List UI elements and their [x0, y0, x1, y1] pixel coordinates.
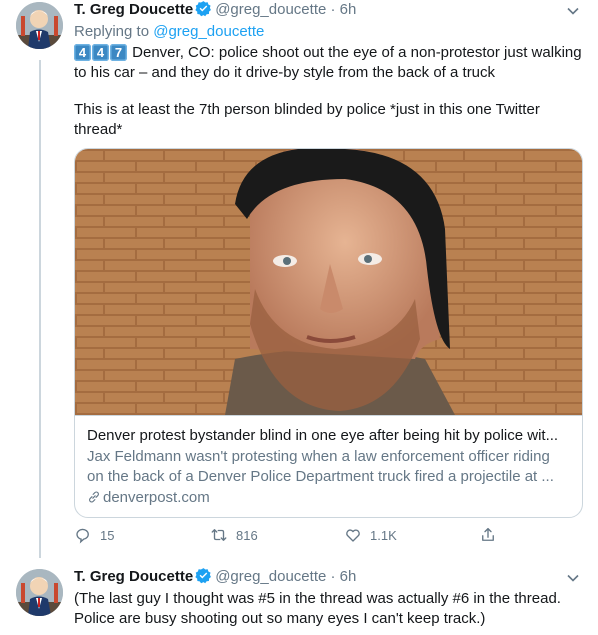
- heart-icon: [346, 529, 360, 542]
- replying-to-link[interactable]: @greg_doucette: [153, 23, 264, 40]
- link-icon: [87, 490, 101, 510]
- card-description: Jax Feldmann wasn't protesting when a la…: [87, 448, 554, 485]
- handle[interactable]: @greg_doucette: [215, 1, 326, 18]
- reply-icon: [76, 528, 89, 544]
- keycap-digit: 7: [110, 44, 127, 61]
- avatar[interactable]: [16, 2, 63, 49]
- tweet-header: T. Greg Doucette @greg_doucette · 6h: [74, 0, 356, 23]
- separator: ·: [330, 568, 336, 585]
- reply-button[interactable]: 15: [74, 526, 114, 544]
- timestamp[interactable]: 6h: [340, 568, 357, 585]
- like-count: 1.1K: [370, 527, 397, 543]
- reply-count: 15: [100, 527, 115, 543]
- verified-badge-icon: [195, 567, 212, 590]
- avatar-illustration: [16, 2, 63, 49]
- chevron-down-icon[interactable]: [566, 4, 580, 18]
- retweet-icon: [211, 529, 227, 541]
- avatar[interactable]: [16, 569, 63, 616]
- tweet-text: (The last guy I thought was #5 in the th…: [74, 590, 561, 627]
- chevron-down-icon[interactable]: [566, 571, 580, 585]
- link-card[interactable]: Denver protest bystander blind in one ey…: [74, 148, 583, 518]
- display-name[interactable]: T. Greg Doucette: [74, 1, 193, 18]
- thread-connector-line: [39, 60, 41, 558]
- share-icon: [482, 527, 494, 541]
- tweet-text-line: Denver, CO: police shoot out the eye of …: [74, 44, 582, 81]
- card-title: Denver protest bystander blind in one ey…: [87, 427, 559, 444]
- keycap-digit: 4: [92, 44, 109, 61]
- handle[interactable]: @greg_doucette: [215, 568, 326, 585]
- like-button[interactable]: 1.1K: [344, 526, 397, 544]
- avatar-illustration: [16, 569, 63, 616]
- timestamp[interactable]: 6h: [340, 1, 357, 18]
- card-domain: denverpost.com: [87, 488, 570, 510]
- separator: ·: [330, 1, 336, 18]
- keycap-digit: 4: [74, 44, 91, 61]
- tweet-header: T. Greg Doucette @greg_doucette · 6h: [74, 567, 356, 590]
- tweet-text-second-paragraph: This is at least the 7th person blinded …: [74, 101, 540, 138]
- tweet-actions: 15 816 1.1K: [74, 526, 514, 546]
- share-button[interactable]: [479, 526, 497, 544]
- card-image: [75, 149, 582, 416]
- replying-to: Replying to @greg_doucette: [74, 23, 265, 40]
- display-name[interactable]: T. Greg Doucette: [74, 568, 193, 585]
- verified-badge-icon: [195, 0, 212, 23]
- tweet-text: 447 Denver, CO: police shoot out the eye…: [74, 43, 584, 83]
- card-domain-text: denverpost.com: [103, 489, 210, 506]
- retweet-count: 816: [236, 527, 258, 543]
- retweet-button[interactable]: 816: [210, 526, 258, 544]
